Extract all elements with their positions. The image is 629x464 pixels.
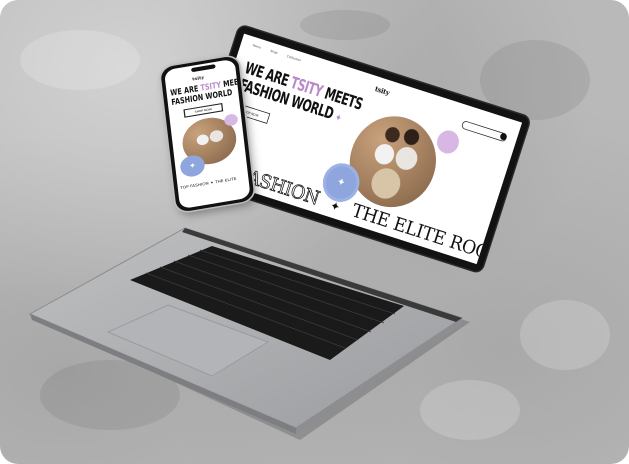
phone-cta-button[interactable]: SHOP NOW bbox=[183, 102, 224, 118]
phone-display: tsity WE ARE TSITY MEETS FASHION WORLD S… bbox=[164, 58, 251, 210]
site-nav: Home Shop Collection bbox=[252, 43, 301, 62]
mockup-scene: Home Shop Collection tsity WE ARE TSITY … bbox=[0, 0, 629, 464]
nav-link-shop[interactable]: Shop bbox=[270, 49, 278, 55]
search-input[interactable] bbox=[460, 120, 508, 143]
nav-link-home[interactable]: Home bbox=[252, 43, 261, 49]
phone-site-logo[interactable]: tsity bbox=[192, 74, 204, 81]
ticker-star-icon: ✦ bbox=[328, 197, 342, 215]
phone-hero-title: WE ARE TSITY MEETS FASHION WORLD bbox=[170, 76, 249, 107]
phone-decor-circle bbox=[223, 113, 239, 127]
phone-badge-star-icon[interactable]: ✦ bbox=[179, 153, 206, 179]
search-icon[interactable] bbox=[499, 132, 508, 141]
phone-ticker: TOP FASHION ✦ THE ELITE bbox=[180, 176, 237, 191]
phone: tsity WE ARE TSITY MEETS FASHION WORLD S… bbox=[160, 55, 255, 213]
decor-circle bbox=[434, 127, 462, 157]
site-logo[interactable]: tsity bbox=[374, 86, 391, 98]
hero-title: WE ARE TSITY MEETS FASHION WORLD ✦ bbox=[236, 59, 365, 132]
phone-notch bbox=[190, 64, 216, 73]
nav-link-collection[interactable]: Collection bbox=[287, 54, 302, 62]
sparkle-icon: ✦ bbox=[333, 111, 343, 125]
